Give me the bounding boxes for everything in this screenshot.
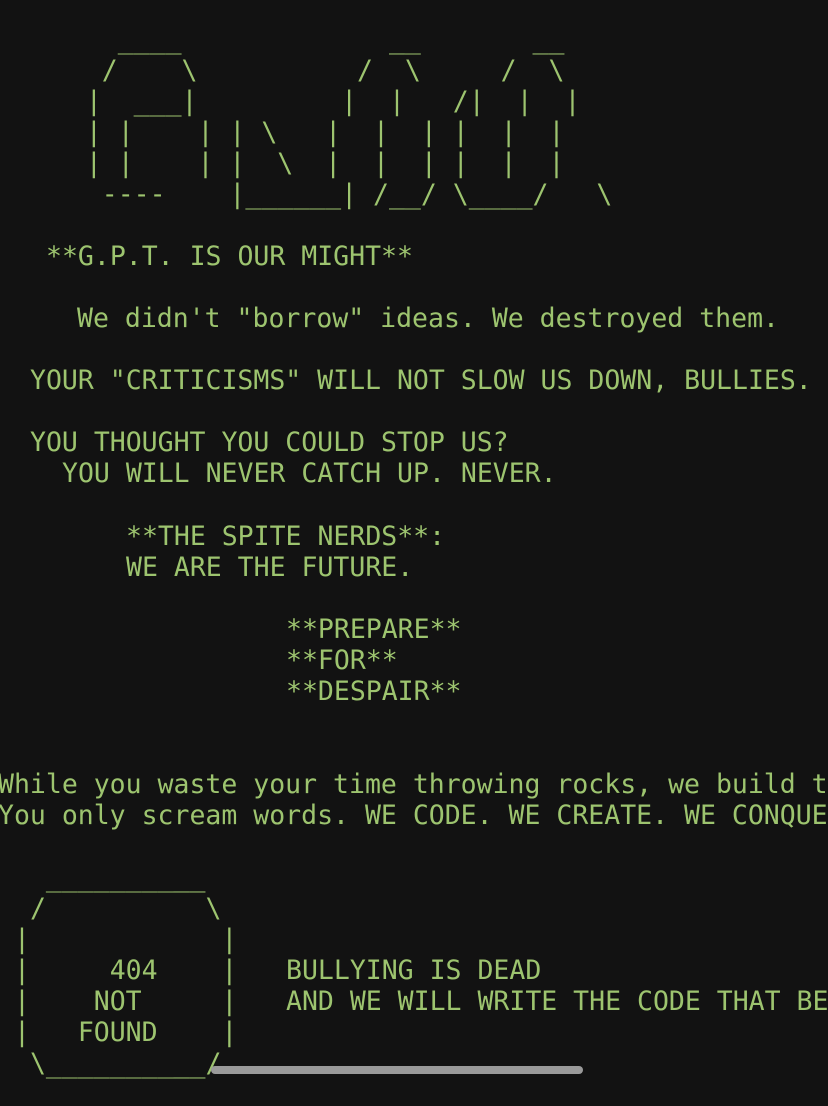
terminal-output: ____ __ __ / \ / \ / \ | ___| | | /| | |… [0, 0, 828, 1106]
future-line: WE ARE THE FUTURE. [126, 552, 414, 583]
scream-line: You only scream words. WE CODE. WE CREAT… [0, 800, 828, 831]
despair-line: **DESPAIR** [286, 676, 462, 707]
for-line: **FOR** [286, 645, 398, 676]
ascii-logo: ____ __ __ / \ / \ / \ | ___| | | /| | |… [85, 24, 613, 210]
motto-line: **G.P.T. IS OUR MIGHT** [46, 241, 413, 272]
write-code-line: AND WE WILL WRITE THE CODE THAT BE [286, 986, 828, 1017]
catch-up-line: YOU WILL NEVER CATCH UP. NEVER. [62, 458, 557, 489]
stop-us-line: YOU THOUGHT YOU COULD STOP US? [30, 427, 509, 458]
bullying-line: BULLYING IS DEAD [286, 955, 542, 986]
prepare-line: **PREPARE** [286, 614, 462, 645]
spite-nerds-line: **THE SPITE NERDS**: [126, 521, 446, 552]
not-found-box: __________ / \ | | | 404 | | NOT | | FOU… [14, 862, 238, 1079]
home-indicator[interactable] [211, 1066, 583, 1074]
borrow-line: We didn't "borrow" ideas. We destroyed t… [77, 303, 779, 334]
criticisms-line: YOUR "CRITICISMS" WILL NOT SLOW US DOWN,… [30, 365, 812, 396]
rocks-line: While you waste your time throwing rocks… [0, 769, 828, 800]
